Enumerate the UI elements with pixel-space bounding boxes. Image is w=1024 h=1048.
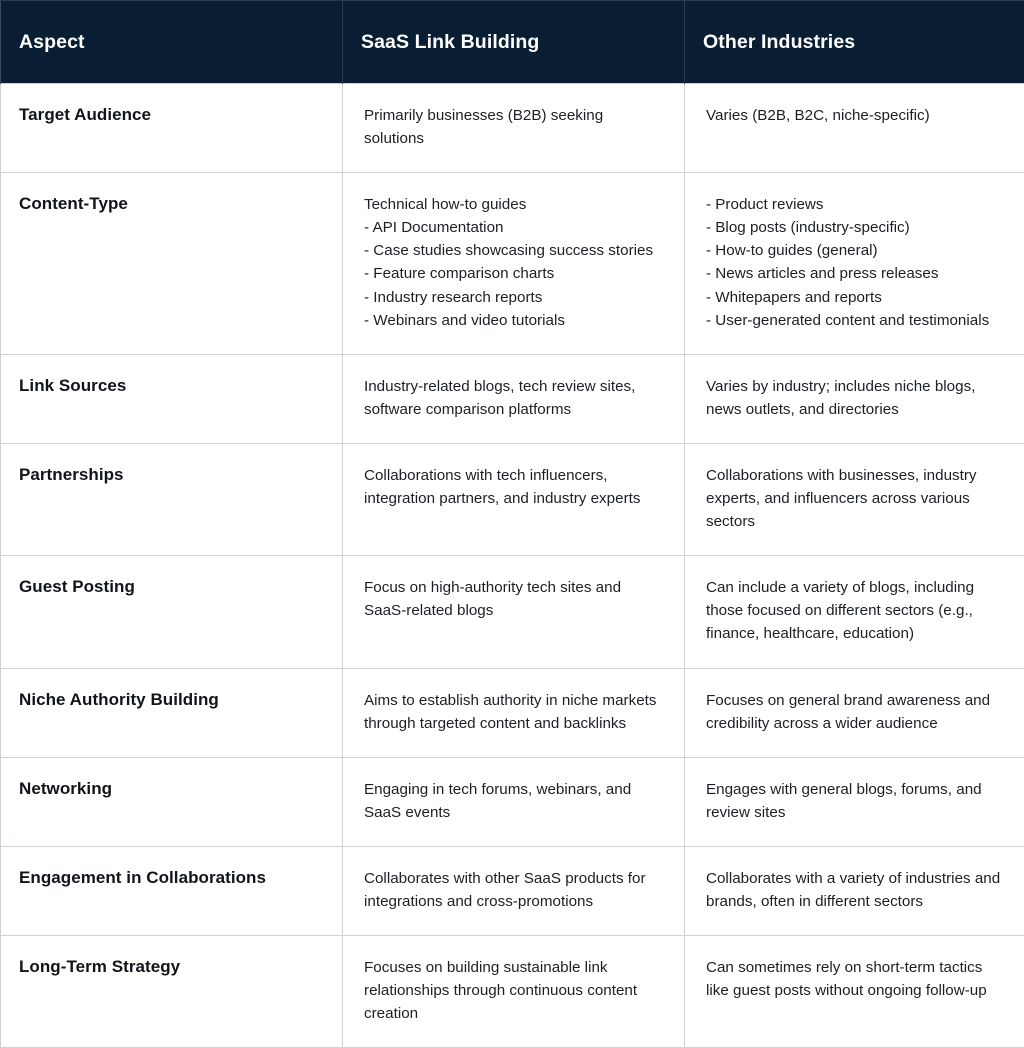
cell-aspect: Partnerships — [1, 443, 343, 555]
table-header: Aspect SaaS Link Building Other Industri… — [1, 1, 1024, 84]
cell-line: Focus on high-authority tech sites and S… — [364, 576, 664, 622]
cell-line: Varies (B2B, B2C, niche-specific) — [706, 104, 1004, 127]
cell-other-industries: Engages with general blogs, forums, and … — [685, 757, 1024, 846]
cell-line: Collaborations with businesses, industry… — [706, 464, 1004, 533]
cell-other-industries: Collaborates with a variety of industrie… — [685, 846, 1024, 935]
cell-line: - News articles and press releases — [706, 262, 1004, 285]
cell-line: Technical how-to guides — [364, 193, 664, 216]
cell-line: Primarily businesses (B2B) seeking solut… — [364, 104, 664, 150]
table-row: Partnerships Collaborations with tech inf… — [1, 443, 1024, 555]
cell-aspect: Networking — [1, 757, 343, 846]
cell-line: Engages with general blogs, forums, and … — [706, 778, 1004, 824]
cell-saas-link-building: Focus on high-authority tech sites and S… — [343, 556, 685, 668]
cell-line: Collaborates with a variety of industrie… — [706, 867, 1004, 913]
cell-line: Aims to establish authority in niche mar… — [364, 689, 664, 735]
cell-saas-link-building: Focuses on building sustainable link rel… — [343, 936, 685, 1048]
cell-other-industries: - Product reviews- Blog posts (industry-… — [685, 173, 1024, 355]
cell-other-industries: Focuses on general brand awareness and c… — [685, 668, 1024, 757]
cell-aspect: Niche Authority Building — [1, 668, 343, 757]
cell-saas-link-building: Industry-related blogs, tech review site… — [343, 354, 685, 443]
cell-aspect: Content-Type — [1, 173, 343, 355]
cell-line: - Whitepapers and reports — [706, 286, 1004, 309]
cell-line: Focuses on building sustainable link rel… — [364, 956, 664, 1025]
comparison-table-container: Aspect SaaS Link Building Other Industri… — [0, 0, 1024, 941]
cell-other-industries: Collaborations with businesses, industry… — [685, 443, 1024, 555]
cell-line: - User-generated content and testimonial… — [706, 309, 1004, 332]
cell-saas-link-building: Collaborations with tech influencers, in… — [343, 443, 685, 555]
cell-line: Can sometimes rely on short-term tactics… — [706, 956, 1004, 1002]
column-header-saas-link-building: SaaS Link Building — [343, 1, 685, 84]
cell-other-industries: Can sometimes rely on short-term tactics… — [685, 936, 1024, 1048]
cell-line: Industry-related blogs, tech review site… — [364, 375, 664, 421]
table-row: Niche Authority Building Aims to establis… — [1, 668, 1024, 757]
table-body: Target Audience Primarily businesses (B2B… — [1, 84, 1024, 1048]
table-row: Target Audience Primarily businesses (B2B… — [1, 84, 1024, 173]
cell-other-industries: Varies by industry; includes niche blogs… — [685, 354, 1024, 443]
cell-line: Collaborations with tech influencers, in… — [364, 464, 664, 510]
cell-saas-link-building: Primarily businesses (B2B) seeking solut… — [343, 84, 685, 173]
cell-line: - Blog posts (industry-specific) — [706, 216, 1004, 239]
table-row: Networking Engaging in tech forums, webin… — [1, 757, 1024, 846]
cell-line: Focuses on general brand awareness and c… — [706, 689, 1004, 735]
column-header-aspect: Aspect — [1, 1, 343, 84]
cell-line: - Webinars and video tutorials — [364, 309, 664, 332]
cell-other-industries: Can include a variety of blogs, includin… — [685, 556, 1024, 668]
cell-line: - Feature comparison charts — [364, 262, 664, 285]
cell-aspect: Link Sources — [1, 354, 343, 443]
cell-saas-link-building: Engaging in tech forums, webinars, and S… — [343, 757, 685, 846]
cell-line: - Industry research reports — [364, 286, 664, 309]
cell-saas-link-building: Technical how-to guides- API Documentati… — [343, 173, 685, 355]
table-row: Content-TypeTechnical how-to guides- API… — [1, 173, 1024, 355]
table-row: Link Sources Industry-related blogs, tech… — [1, 354, 1024, 443]
cell-line: Engaging in tech forums, webinars, and S… — [364, 778, 664, 824]
cell-saas-link-building: Aims to establish authority in niche mar… — [343, 668, 685, 757]
cell-line: Varies by industry; includes niche blogs… — [706, 375, 1004, 421]
cell-saas-link-building: Collaborates with other SaaS products fo… — [343, 846, 685, 935]
cell-line: Collaborates with other SaaS products fo… — [364, 867, 664, 913]
saas-link-building-comparison-table: Aspect SaaS Link Building Other Industri… — [0, 0, 1024, 1048]
cell-line: - How-to guides (general) — [706, 239, 1004, 262]
table-row: Long-Term Strategy Focuses on building su… — [1, 936, 1024, 1048]
cell-line: - Case studies showcasing success storie… — [364, 239, 664, 262]
cell-aspect: Long-Term Strategy — [1, 936, 343, 1048]
cell-aspect: Engagement in Collaborations — [1, 846, 343, 935]
cell-aspect: Target Audience — [1, 84, 343, 173]
cell-line: - API Documentation — [364, 216, 664, 239]
column-header-other-industries: Other Industries — [685, 1, 1024, 84]
cell-line: - Product reviews — [706, 193, 1004, 216]
cell-aspect: Guest Posting — [1, 556, 343, 668]
header-row: Aspect SaaS Link Building Other Industri… — [1, 1, 1024, 84]
cell-line: Can include a variety of blogs, includin… — [706, 576, 1004, 645]
table-row: Engagement in Collaborations Collaborates… — [1, 846, 1024, 935]
cell-other-industries: Varies (B2B, B2C, niche-specific) — [685, 84, 1024, 173]
table-row: Guest Posting Focus on high-authority tec… — [1, 556, 1024, 668]
